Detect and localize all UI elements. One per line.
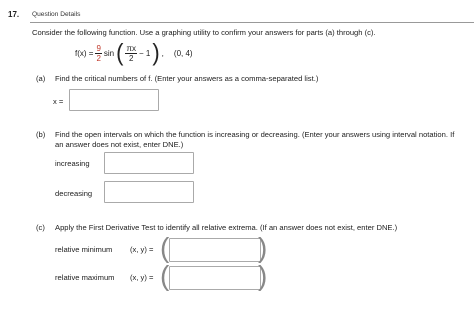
sin-text: sin — [103, 48, 115, 58]
max-left-paren-icon: ( — [160, 260, 170, 291]
part-a-label: (a) — [36, 74, 46, 83]
function-interval: (0, 4) — [173, 48, 193, 58]
header-divider — [30, 22, 474, 23]
question-number: 17. — [8, 10, 20, 19]
part-b-text-line1: Find the open intervals on which the fun… — [55, 130, 455, 139]
question-details-label: Question Details — [32, 11, 81, 18]
min-left-paren-icon: ( — [160, 232, 170, 263]
part-a-text: Find the critical numbers of f. (Enter y… — [55, 74, 319, 83]
left-paren-icon: ( — [116, 38, 124, 67]
part-b-label: (b) — [36, 130, 46, 139]
relative-minimum-label: relative minimum — [55, 245, 113, 254]
min-right-paren-icon: ) — [258, 232, 268, 263]
function-display: f(x) = 9 2 sin ( πx 2 − 1 ) , (0, 4) — [75, 38, 193, 67]
decreasing-label: decreasing — [55, 189, 93, 198]
argument-fraction: πx 2 — [125, 44, 137, 63]
coef-denominator: 2 — [96, 53, 101, 63]
relative-maximum-input[interactable] — [169, 266, 261, 290]
arg-denominator: 2 — [129, 53, 134, 63]
coef-numerator: 9 — [95, 43, 102, 54]
relative-maximum-label: relative maximum — [55, 273, 115, 282]
relative-minimum-point-label: (x, y) = — [130, 245, 154, 254]
critical-numbers-input[interactable] — [69, 89, 159, 111]
increasing-label: increasing — [55, 159, 90, 168]
minus-one: − 1 — [139, 48, 151, 58]
arg-numerator: πx — [125, 43, 137, 54]
function-lhs: f(x) = — [75, 48, 94, 58]
part-a-field-label: x = — [53, 97, 64, 106]
relative-minimum-input[interactable] — [169, 238, 261, 262]
right-paren-icon: ) — [152, 38, 160, 67]
question-prompt: Consider the following function. Use a g… — [32, 28, 376, 37]
coefficient-fraction: 9 2 — [95, 43, 102, 63]
decreasing-input[interactable] — [104, 181, 194, 203]
increasing-input[interactable] — [104, 152, 194, 174]
max-right-paren-icon: ) — [258, 260, 268, 291]
relative-maximum-point-label: (x, y) = — [130, 273, 154, 282]
part-c-text: Apply the First Derivative Test to ident… — [55, 223, 398, 232]
part-c-label: (c) — [36, 223, 45, 232]
part-b-text-line2: an answer does not exist, enter DNE.) — [55, 140, 184, 149]
